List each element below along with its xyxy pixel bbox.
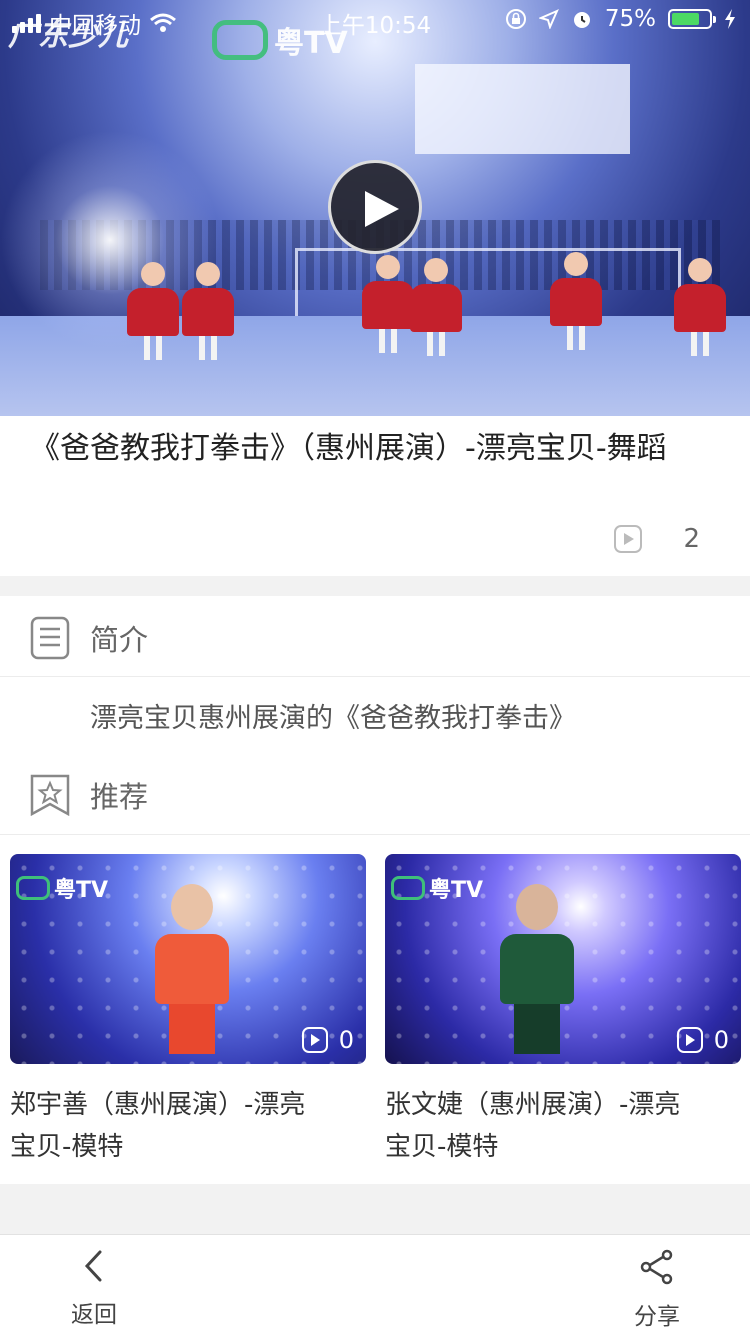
video-player[interactable]: 广东少儿 粤TV [0, 0, 750, 416]
dancer-figure [672, 258, 728, 356]
recommend-header: 推荐 [30, 774, 148, 816]
battery-icon [668, 9, 716, 29]
battery-fill [672, 13, 699, 25]
play-button[interactable] [328, 160, 422, 254]
model-figure [495, 884, 579, 1054]
play-count-value: 2 [683, 524, 700, 554]
yue-tv-logo-icon [16, 876, 50, 900]
recommend-play-count: 0 [676, 1026, 729, 1054]
share-button[interactable]: 分享 [607, 1249, 707, 1331]
thumbnail-watermark: 粤TV [391, 872, 483, 904]
intro-text: 漂亮宝贝惠州展演的《爸爸教我打拳击》 [90, 703, 576, 734]
watermark-text: 粤TV [54, 878, 109, 903]
model-figure [150, 884, 234, 1054]
divider [0, 676, 750, 677]
play-count-value: 0 [338, 1026, 354, 1054]
chevron-left-icon [84, 1250, 102, 1282]
share-label: 分享 [634, 1304, 680, 1330]
battery-percent: 75% [604, 6, 656, 32]
play-icon [365, 191, 399, 227]
share-icon [640, 1249, 673, 1285]
video-title-card: 《爸爸教我打拳击》（惠州展演）-漂亮宝贝-舞蹈 2 [0, 416, 750, 576]
video-title: 《爸爸教我打拳击》（惠州展演）-漂亮宝贝-舞蹈 [30, 431, 667, 466]
rotation-lock-icon [505, 9, 526, 29]
bookmark-star-icon [30, 774, 70, 816]
watermark-text: 粤TV [429, 878, 484, 903]
back-button[interactable]: 返回 [44, 1249, 144, 1329]
back-label: 返回 [71, 1302, 117, 1328]
play-count-icon [614, 525, 643, 553]
divider [0, 834, 750, 835]
yue-tv-logo-icon [391, 876, 425, 900]
document-icon [30, 616, 70, 660]
dancer-figure [180, 262, 236, 360]
location-icon [538, 9, 559, 29]
intro-heading: 简介 [90, 623, 149, 657]
charging-icon [725, 9, 735, 29]
recommend-play-count: 0 [301, 1026, 354, 1054]
recommend-title[interactable]: 郑宇善（惠州展演）-漂亮宝贝-模特 [10, 1084, 330, 1168]
recommend-title[interactable]: 张文婕（惠州展演）-漂亮宝贝-模特 [385, 1084, 705, 1168]
recommend-heading: 推荐 [90, 780, 149, 814]
dancer-figure [125, 262, 181, 360]
dancer-figure [548, 252, 604, 350]
dancer-figure [408, 258, 464, 356]
recommend-thumbnail[interactable]: 粤TV 0 [10, 854, 366, 1064]
bottom-toolbar: 返回 分享 [0, 1234, 750, 1335]
play-count-icon [301, 1027, 328, 1053]
play-count-value: 0 [713, 1026, 729, 1054]
thumbnail-watermark: 粤TV [16, 872, 108, 904]
stage-screen [415, 64, 630, 154]
alarm-icon [573, 12, 590, 28]
info-card: 简介 漂亮宝贝惠州展演的《爸爸教我打拳击》 推荐 粤TV 0 郑宇善（惠州展演）… [0, 596, 750, 1184]
recommend-item[interactable]: 粤TV 0 郑宇善（惠州展演）-漂亮宝贝-模特 [10, 854, 366, 1168]
recommend-item[interactable]: 粤TV 0 张文婕（惠州展演）-漂亮宝贝-模特 [385, 854, 741, 1168]
status-bar: 中国移动 上午10:54 75% [0, 0, 750, 40]
play-count: 2 [613, 524, 700, 554]
recommend-thumbnail[interactable]: 粤TV 0 [385, 854, 741, 1064]
play-count-icon [676, 1027, 703, 1053]
intro-header: 简介 [30, 616, 148, 660]
